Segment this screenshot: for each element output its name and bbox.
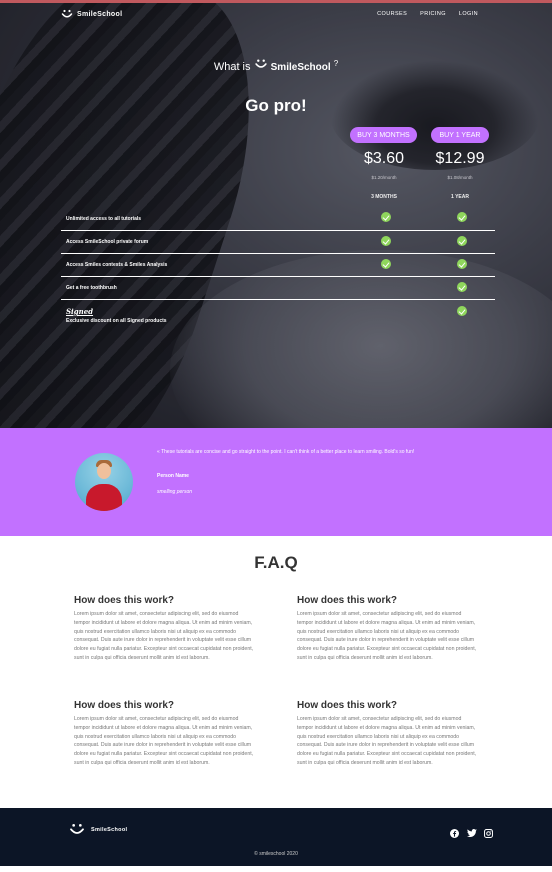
- faq-question: How does this work?: [74, 700, 175, 711]
- feature-label: Access SmileSchool private forum: [66, 239, 149, 245]
- faq-question: How does this work?: [297, 700, 398, 711]
- faq-answer: Lorem ipsum dolor sit amet, consectetur …: [297, 611, 477, 661]
- column-header-1-year: 1 YEAR: [451, 194, 469, 200]
- price-3-months: $3.60: [363, 150, 405, 167]
- faq-item: How does this work? Lorem ipsum dolor si…: [74, 700, 254, 768]
- quote-text: « These tutorials are concise and go str…: [157, 449, 415, 455]
- smile-logo-icon: [70, 824, 84, 834]
- nav-link-pricing[interactable]: PRICING: [420, 11, 446, 17]
- avatar-head: [97, 463, 111, 479]
- signed-logo: Signed: [66, 307, 94, 316]
- check-icon: [381, 212, 391, 222]
- pricing-hero: SmileSchool COURSES PRICING LOGIN What i…: [0, 0, 552, 428]
- quote-role: smelling person: [157, 489, 193, 495]
- quote-author: Person Name: [157, 473, 189, 479]
- column-header-3-months: 3 MONTHS: [371, 194, 397, 200]
- what-is-question-mark: ?: [333, 59, 339, 68]
- per-month-3-months: $1.20/month: [371, 175, 397, 180]
- page-title: Go pro!: [245, 96, 307, 115]
- row-divider: [61, 299, 495, 300]
- nav-links: COURSES PRICING LOGIN: [377, 11, 478, 17]
- what-is-text: What is: [213, 61, 251, 73]
- feature-label: Get a free toothbrush: [66, 285, 117, 291]
- per-month-1-year: $1.08/month: [447, 175, 473, 180]
- avatar-shirt: [86, 484, 122, 511]
- nav-link-login[interactable]: LOGIN: [459, 11, 478, 17]
- feature-row: Unlimited access to all tutorials: [61, 208, 495, 231]
- brand-name: SmileSchool: [77, 10, 123, 18]
- faq-item: How does this work? Lorem ipsum dolor si…: [297, 700, 477, 768]
- feature-label: Exclusive discount on all Signed product…: [66, 318, 167, 324]
- check-icon: [457, 306, 467, 316]
- check-icon: [457, 212, 467, 222]
- check-icon: [457, 259, 467, 269]
- nav-link-courses[interactable]: COURSES: [377, 11, 407, 17]
- feature-row: Access SmileSchool private forum: [61, 231, 495, 254]
- feature-row: Access Smiles contests & Smiles Analysis: [61, 254, 495, 277]
- buy-3-months-button[interactable]: BUY 3 MONTHS: [350, 127, 417, 143]
- price-1-year: $12.99: [435, 150, 485, 167]
- buy-1-year-button[interactable]: BUY 1 YEAR: [431, 127, 489, 143]
- copyright: © smileschool 2020: [254, 851, 298, 857]
- faq-answer: Lorem ipsum dolor sit amet, consectetur …: [297, 716, 477, 766]
- check-icon: [457, 236, 467, 246]
- what-is-heading: What is SmileSchool ?: [0, 58, 552, 73]
- testimonial: « These tutorials are concise and go str…: [0, 428, 552, 536]
- feature-label: Access Smiles contests & Smiles Analysis: [66, 262, 168, 268]
- feature-row: Get a free toothbrush: [61, 277, 495, 300]
- check-icon: [457, 282, 467, 292]
- smile-logo-icon: [254, 59, 267, 68]
- navbar: SmileSchool COURSES PRICING LOGIN: [0, 0, 552, 28]
- smile-logo-icon: [61, 9, 73, 18]
- faq-question: How does this work?: [74, 595, 175, 606]
- faq-answer: Lorem ipsum dolor sit amet, consectetur …: [74, 611, 254, 661]
- instagram-icon[interactable]: [484, 825, 493, 838]
- faq-item: How does this work? Lorem ipsum dolor si…: [74, 595, 254, 663]
- check-icon: [381, 236, 391, 246]
- brand-logo[interactable]: SmileSchool: [61, 8, 122, 20]
- avatar: [75, 453, 133, 511]
- footer: SmileSchool © smileschool 2020: [0, 808, 552, 866]
- faq-item: How does this work? Lorem ipsum dolor si…: [297, 595, 477, 663]
- twitter-icon[interactable]: [467, 825, 477, 837]
- footer-logo[interactable]: SmileSchool: [67, 822, 127, 838]
- social-links: [450, 825, 493, 838]
- facebook-icon[interactable]: [450, 825, 459, 838]
- faq-question: How does this work?: [297, 595, 398, 606]
- feature-label: Unlimited access to all tutorials: [66, 216, 142, 222]
- check-icon: [381, 259, 391, 269]
- faq-answer: Lorem ipsum dolor sit amet, consectetur …: [74, 716, 254, 766]
- faq-title: F.A.Q: [254, 553, 298, 572]
- what-is-brand: SmileSchool: [270, 62, 331, 73]
- footer-brand-name: SmileSchool: [91, 827, 128, 833]
